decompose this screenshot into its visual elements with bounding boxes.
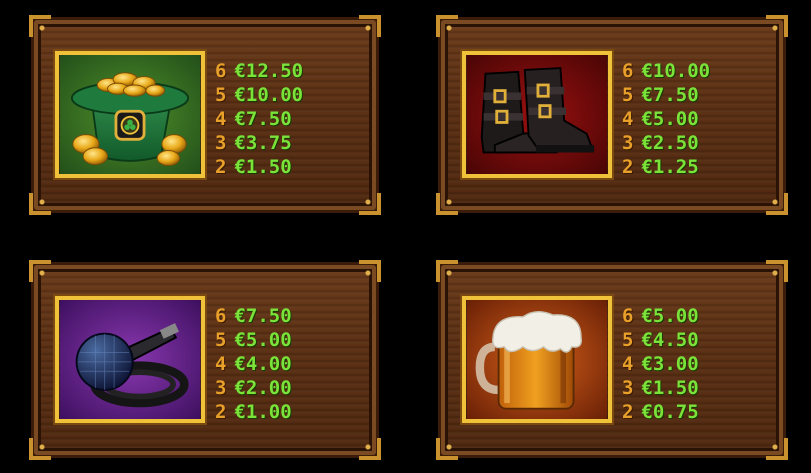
paytable-panel-beer: 6 €5.00 5 €4.50 4 €3.00 3 €1.50 2 €0.75	[436, 260, 788, 460]
match-count: 2	[215, 156, 227, 178]
pay-row: 2 €1.00	[215, 400, 292, 424]
leprechaun-hat-gold-coins-icon	[55, 51, 205, 178]
corner-bracket	[29, 15, 51, 37]
pay-row: 6 €12.50	[215, 59, 303, 83]
pay-amount: €1.50	[234, 156, 292, 178]
corner-bracket	[766, 15, 788, 37]
corner-bracket	[359, 438, 381, 460]
pay-row: 2 €1.25	[622, 155, 710, 179]
pay-amount: €3.75	[234, 132, 292, 154]
corner-bracket	[29, 193, 51, 215]
match-count: 4	[622, 108, 634, 130]
corner-bracket	[29, 438, 51, 460]
corner-bracket	[436, 15, 458, 37]
match-count: 3	[215, 377, 227, 399]
pay-amount: €7.50	[641, 84, 699, 106]
pay-amount: €7.50	[234, 305, 292, 327]
match-count: 4	[622, 353, 634, 375]
pay-row: 4 €4.00	[215, 352, 292, 376]
pay-row: 4 €3.00	[622, 352, 699, 376]
pay-row: 2 €0.75	[622, 400, 699, 424]
pay-row: 4 €7.50	[215, 107, 303, 131]
corner-bracket	[766, 193, 788, 215]
pay-amount: €10.00	[641, 60, 711, 82]
match-count: 4	[215, 353, 227, 375]
match-count: 3	[622, 377, 634, 399]
pay-row: 4 €5.00	[622, 107, 710, 131]
pay-amount: €5.00	[234, 329, 292, 351]
pay-row: 3 €2.00	[215, 376, 292, 400]
match-count: 3	[215, 132, 227, 154]
pay-amount: €0.75	[641, 401, 699, 423]
pay-row: 6 €10.00	[622, 59, 710, 83]
paytable-panel-boots: 6 €10.00 5 €7.50 4 €5.00 3 €2.50 2 €1.25	[436, 15, 788, 215]
pay-amount: €4.00	[234, 353, 292, 375]
match-count: 3	[622, 132, 634, 154]
pay-list: 6 €5.00 5 €4.50 4 €3.00 3 €1.50 2 €0.75	[622, 304, 699, 424]
pay-row: 3 €2.50	[622, 131, 710, 155]
match-count: 6	[215, 60, 227, 82]
pay-row: 6 €5.00	[622, 304, 699, 328]
corner-bracket	[766, 438, 788, 460]
match-count: 4	[215, 108, 227, 130]
paytable-panel-hat: 6 €12.50 5 €10.00 4 €7.50 3 €3.75 2 €1.50	[29, 15, 381, 215]
pay-row: 5 €10.00	[215, 83, 303, 107]
match-count: 5	[622, 329, 634, 351]
pay-row: 3 €1.50	[622, 376, 699, 400]
corner-bracket	[29, 260, 51, 282]
corner-bracket	[436, 438, 458, 460]
pay-row: 5 €4.50	[622, 328, 699, 352]
black-boots-icon	[462, 51, 612, 178]
match-count: 5	[215, 84, 227, 106]
microphone-icon	[55, 296, 205, 423]
pay-amount: €3.00	[641, 353, 699, 375]
corner-bracket	[359, 15, 381, 37]
match-count: 2	[622, 401, 634, 423]
corner-bracket	[436, 193, 458, 215]
pay-amount: €1.00	[234, 401, 292, 423]
match-count: 6	[215, 305, 227, 327]
pay-amount: €2.00	[234, 377, 292, 399]
pay-amount: €10.00	[234, 84, 304, 106]
pay-amount: €1.50	[641, 377, 699, 399]
match-count: 6	[622, 60, 634, 82]
pay-amount: €4.50	[641, 329, 699, 351]
match-count: 6	[622, 305, 634, 327]
corner-bracket	[359, 260, 381, 282]
paytable-panel-microphone: 6 €7.50 5 €5.00 4 €4.00 3 €2.00 2 €1.00	[29, 260, 381, 460]
corner-bracket	[359, 193, 381, 215]
pay-amount: €5.00	[641, 305, 699, 327]
pay-amount: €1.25	[641, 156, 699, 178]
pay-list: 6 €10.00 5 €7.50 4 €5.00 3 €2.50 2 €1.25	[622, 59, 710, 179]
beer-mug-icon	[462, 296, 612, 423]
match-count: 2	[622, 156, 634, 178]
pay-row: 2 €1.50	[215, 155, 303, 179]
corner-bracket	[766, 260, 788, 282]
pay-row: 3 €3.75	[215, 131, 303, 155]
pay-amount: €5.00	[641, 108, 699, 130]
pay-list: 6 €7.50 5 €5.00 4 €4.00 3 €2.00 2 €1.00	[215, 304, 292, 424]
match-count: 2	[215, 401, 227, 423]
pay-row: 5 €5.00	[215, 328, 292, 352]
match-count: 5	[215, 329, 227, 351]
pay-row: 5 €7.50	[622, 83, 710, 107]
match-count: 5	[622, 84, 634, 106]
pay-list: 6 €12.50 5 €10.00 4 €7.50 3 €3.75 2 €1.50	[215, 59, 303, 179]
pay-row: 6 €7.50	[215, 304, 292, 328]
pay-amount: €12.50	[234, 60, 304, 82]
corner-bracket	[436, 260, 458, 282]
pay-amount: €2.50	[641, 132, 699, 154]
pay-amount: €7.50	[234, 108, 292, 130]
